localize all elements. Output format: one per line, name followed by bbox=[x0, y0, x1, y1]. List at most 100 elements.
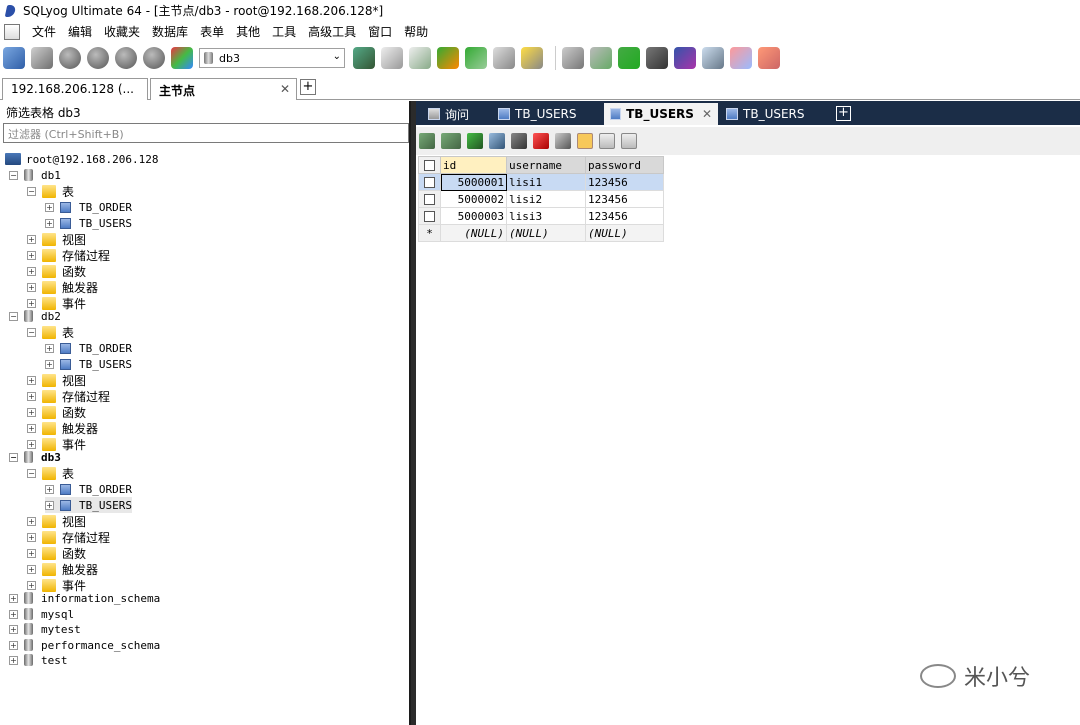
expand-icon[interactable]: + bbox=[27, 407, 36, 417]
row-checkbox[interactable] bbox=[424, 211, 435, 222]
delete-icon[interactable] bbox=[533, 133, 549, 149]
tree-db2-procs[interactable]: + 存储过程 bbox=[27, 388, 110, 404]
expand-icon[interactable]: + bbox=[27, 532, 36, 542]
cell-id[interactable]: (NULL) bbox=[440, 224, 507, 242]
row-select[interactable] bbox=[418, 207, 441, 225]
tree-db3-tb-users[interactable]: + TB_USERS bbox=[45, 497, 132, 513]
menu-file[interactable]: 文件 bbox=[26, 21, 62, 43]
table-row[interactable]: 5000001 lisi1 123456 bbox=[418, 173, 664, 191]
expand-icon[interactable]: + bbox=[27, 439, 36, 449]
sync-icon[interactable] bbox=[590, 47, 612, 69]
tree-db1[interactable]: − db1 bbox=[9, 167, 61, 183]
expand-icon[interactable]: + bbox=[27, 516, 36, 526]
export-dropdown-icon[interactable] bbox=[441, 133, 461, 149]
menu-window[interactable]: 窗口 bbox=[362, 21, 398, 43]
filter-input[interactable]: 过滤器 (Ctrl+Shift+B) bbox=[3, 123, 409, 143]
row-select[interactable] bbox=[418, 190, 441, 208]
tree-db2-views[interactable]: + 视图 bbox=[27, 372, 86, 388]
tree-db3-funcs[interactable]: + 函数 bbox=[27, 545, 86, 561]
notifications-icon[interactable] bbox=[674, 47, 696, 69]
expand-icon[interactable]: + bbox=[9, 640, 18, 650]
menu-database[interactable]: 数据库 bbox=[146, 21, 194, 43]
column-header-password[interactable]: password bbox=[585, 156, 664, 174]
tree-db-test[interactable]: + test bbox=[9, 652, 68, 668]
tree-db3-views[interactable]: + 视图 bbox=[27, 513, 86, 529]
refresh-icon[interactable] bbox=[143, 47, 165, 69]
tree-db2[interactable]: − db2 bbox=[9, 308, 61, 324]
form-view-icon[interactable] bbox=[599, 133, 615, 149]
cell-password[interactable]: (NULL) bbox=[585, 224, 664, 242]
tree-db-mysql[interactable]: + mysql bbox=[9, 606, 74, 622]
duplicate-row-icon[interactable] bbox=[489, 133, 505, 149]
expand-icon[interactable]: + bbox=[45, 500, 54, 510]
tree-db-mytest[interactable]: + mytest bbox=[9, 621, 81, 637]
tree-db1-views[interactable]: + 视图 bbox=[27, 231, 86, 247]
cell-id[interactable]: 5000003 bbox=[440, 207, 507, 225]
close-icon[interactable]: ✕ bbox=[280, 82, 290, 96]
collapse-icon[interactable]: − bbox=[27, 327, 36, 337]
tree-db1-triggers[interactable]: + 触发器 bbox=[27, 279, 98, 295]
expand-icon[interactable]: + bbox=[45, 484, 54, 494]
menu-table[interactable]: 表单 bbox=[194, 21, 230, 43]
expand-icon[interactable]: + bbox=[9, 609, 18, 619]
execute-query-icon[interactable] bbox=[59, 47, 81, 69]
add-query-tab-button[interactable]: + bbox=[836, 106, 851, 121]
tree-db2-tb-users[interactable]: + TB_USERS bbox=[45, 356, 132, 372]
cell-username[interactable]: (NULL) bbox=[506, 224, 586, 242]
tree-db2-tb-order[interactable]: + TB_ORDER bbox=[45, 340, 132, 356]
tree-db-information-schema[interactable]: + information_schema bbox=[9, 590, 160, 606]
tab-query[interactable]: 询问 bbox=[422, 103, 475, 125]
select-all-checkbox[interactable] bbox=[424, 160, 435, 171]
data-sync-icon[interactable] bbox=[758, 47, 780, 69]
row-select[interactable] bbox=[418, 173, 441, 191]
expand-icon[interactable]: + bbox=[27, 266, 36, 276]
tree-db2-funcs[interactable]: + 函数 bbox=[27, 404, 86, 420]
new-connection-icon[interactable] bbox=[3, 47, 25, 69]
add-tab-button[interactable]: + bbox=[300, 79, 316, 95]
cell-password[interactable]: 123456 bbox=[585, 190, 664, 208]
connect-icon[interactable] bbox=[31, 47, 53, 69]
row-checkbox[interactable] bbox=[424, 177, 435, 188]
expand-icon[interactable]: + bbox=[27, 564, 36, 574]
collapse-icon[interactable]: − bbox=[9, 311, 18, 321]
tree-db1-tables[interactable]: − 表 bbox=[27, 183, 74, 199]
tree-db3[interactable]: − db3 bbox=[9, 449, 61, 465]
backup-icon[interactable] bbox=[381, 47, 403, 69]
menu-tools[interactable]: 工具 bbox=[266, 21, 302, 43]
expand-icon[interactable]: + bbox=[27, 423, 36, 433]
collapse-icon[interactable]: − bbox=[9, 170, 18, 180]
query-builder-icon[interactable] bbox=[521, 47, 543, 69]
tree-server[interactable]: root@192.168.206.128 bbox=[5, 151, 158, 167]
close-icon[interactable]: ✕ bbox=[702, 107, 712, 121]
row-checkbox[interactable] bbox=[424, 194, 435, 205]
stop-icon[interactable] bbox=[115, 47, 137, 69]
expand-icon[interactable]: + bbox=[9, 655, 18, 665]
cell-id[interactable]: 5000001 bbox=[440, 173, 507, 191]
expand-icon[interactable]: + bbox=[27, 391, 36, 401]
import-icon[interactable] bbox=[437, 47, 459, 69]
collapse-icon[interactable]: − bbox=[27, 186, 36, 196]
save-icon[interactable] bbox=[511, 133, 527, 149]
schema-designer-icon[interactable] bbox=[171, 47, 193, 69]
select-all-cell[interactable] bbox=[418, 156, 441, 174]
text-view-icon[interactable] bbox=[621, 133, 637, 149]
export-icon[interactable] bbox=[465, 47, 487, 69]
new-row[interactable]: * (NULL) (NULL) (NULL) bbox=[418, 224, 664, 242]
menu-edit[interactable]: 编辑 bbox=[62, 21, 98, 43]
expand-icon[interactable]: + bbox=[9, 593, 18, 603]
cancel-icon[interactable] bbox=[555, 133, 571, 149]
collapse-icon[interactable]: − bbox=[9, 452, 18, 462]
database-select[interactable]: db3 ⌄ bbox=[199, 48, 345, 68]
grid-view-icon[interactable] bbox=[577, 133, 593, 149]
menu-other[interactable]: 其他 bbox=[230, 21, 266, 43]
tree-db3-triggers[interactable]: + 触发器 bbox=[27, 561, 98, 577]
expand-icon[interactable]: + bbox=[27, 250, 36, 260]
tree-db3-tb-order[interactable]: + TB_ORDER bbox=[45, 481, 132, 497]
expand-icon[interactable]: + bbox=[27, 234, 36, 244]
tree-db2-tables[interactable]: − 表 bbox=[27, 324, 74, 340]
tree-db3-tables[interactable]: − 表 bbox=[27, 465, 74, 481]
window-menu-icon[interactable] bbox=[4, 24, 20, 40]
tree-db1-tb-users[interactable]: + TB_USERS bbox=[45, 215, 132, 231]
table-row[interactable]: 5000002 lisi2 123456 bbox=[418, 190, 664, 208]
schema-compare-icon[interactable] bbox=[730, 47, 752, 69]
